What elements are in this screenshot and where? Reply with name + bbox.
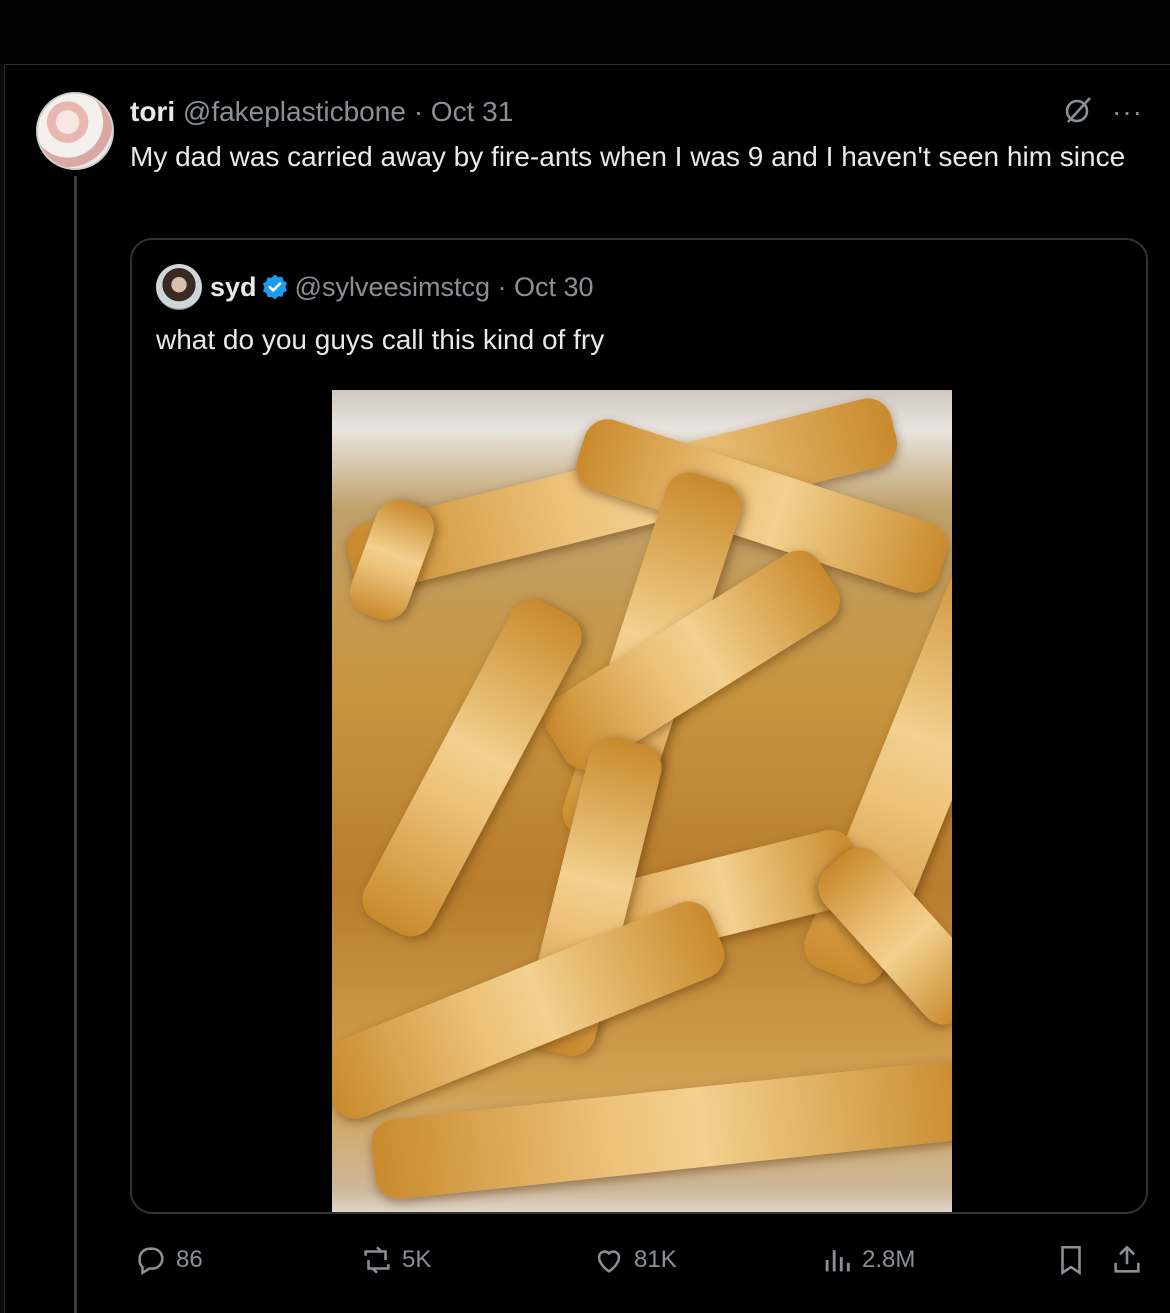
like-button[interactable]: 81K bbox=[592, 1236, 677, 1284]
tweet-header: tori @fakeplasticbone · Oct 31 bbox=[130, 96, 513, 128]
share-icon bbox=[1114, 1245, 1140, 1273]
reply-icon bbox=[138, 1247, 164, 1276]
handle[interactable]: @fakeplasticbone bbox=[183, 96, 406, 127]
avatar[interactable] bbox=[36, 92, 114, 170]
views-icon bbox=[825, 1250, 850, 1272]
grok-icon[interactable] bbox=[1062, 94, 1094, 126]
view-count: 2.8M bbox=[862, 1246, 916, 1273]
fry bbox=[369, 1058, 952, 1202]
quoted-tweet-text: what do you guys call this kind of fry bbox=[156, 324, 605, 355]
reply-count: 86 bbox=[176, 1246, 203, 1273]
verified-badge-icon bbox=[262, 274, 287, 300]
left-edge bbox=[0, 64, 5, 1313]
display-name[interactable]: tori bbox=[130, 96, 175, 127]
quoted-tweet-header: syd @sylveesimstcg · Oct 30 bbox=[210, 270, 594, 304]
like-icon bbox=[597, 1250, 621, 1273]
repost-icon bbox=[364, 1246, 390, 1274]
tweet-text: My dad was carried away by fire-ants whe… bbox=[130, 141, 1126, 172]
top-bar bbox=[0, 0, 1170, 65]
share-button[interactable] bbox=[1110, 1236, 1144, 1284]
quoted-tweet-card[interactable]: syd @sylveesimstcg · Oct 30 what do you … bbox=[130, 238, 1148, 1214]
more-icon[interactable]: ··· bbox=[1112, 96, 1143, 128]
like-count: 81K bbox=[634, 1246, 677, 1273]
quoted-date-separator: · bbox=[497, 272, 507, 302]
date-separator: · bbox=[413, 96, 424, 127]
reply-button[interactable]: 86 bbox=[134, 1236, 203, 1284]
thread-line bbox=[74, 176, 77, 1313]
quoted-avatar[interactable] bbox=[156, 264, 202, 310]
repost-count: 5K bbox=[402, 1246, 432, 1273]
bookmark-icon bbox=[1061, 1245, 1081, 1276]
quoted-tweet-date[interactable]: Oct 30 bbox=[514, 272, 594, 302]
quoted-handle[interactable]: @sylveesimstcg bbox=[295, 272, 490, 302]
bookmark-button[interactable] bbox=[1054, 1236, 1088, 1284]
repost-button[interactable]: 5K bbox=[360, 1236, 431, 1284]
fries-photo[interactable] bbox=[332, 390, 952, 1212]
views-button[interactable]: 2.8M bbox=[820, 1236, 915, 1284]
action-bar: 86 5K 81K 2.8M bbox=[0, 1236, 1170, 1284]
quoted-display-name[interactable]: syd bbox=[210, 272, 257, 302]
tweet-date[interactable]: Oct 31 bbox=[431, 96, 513, 127]
